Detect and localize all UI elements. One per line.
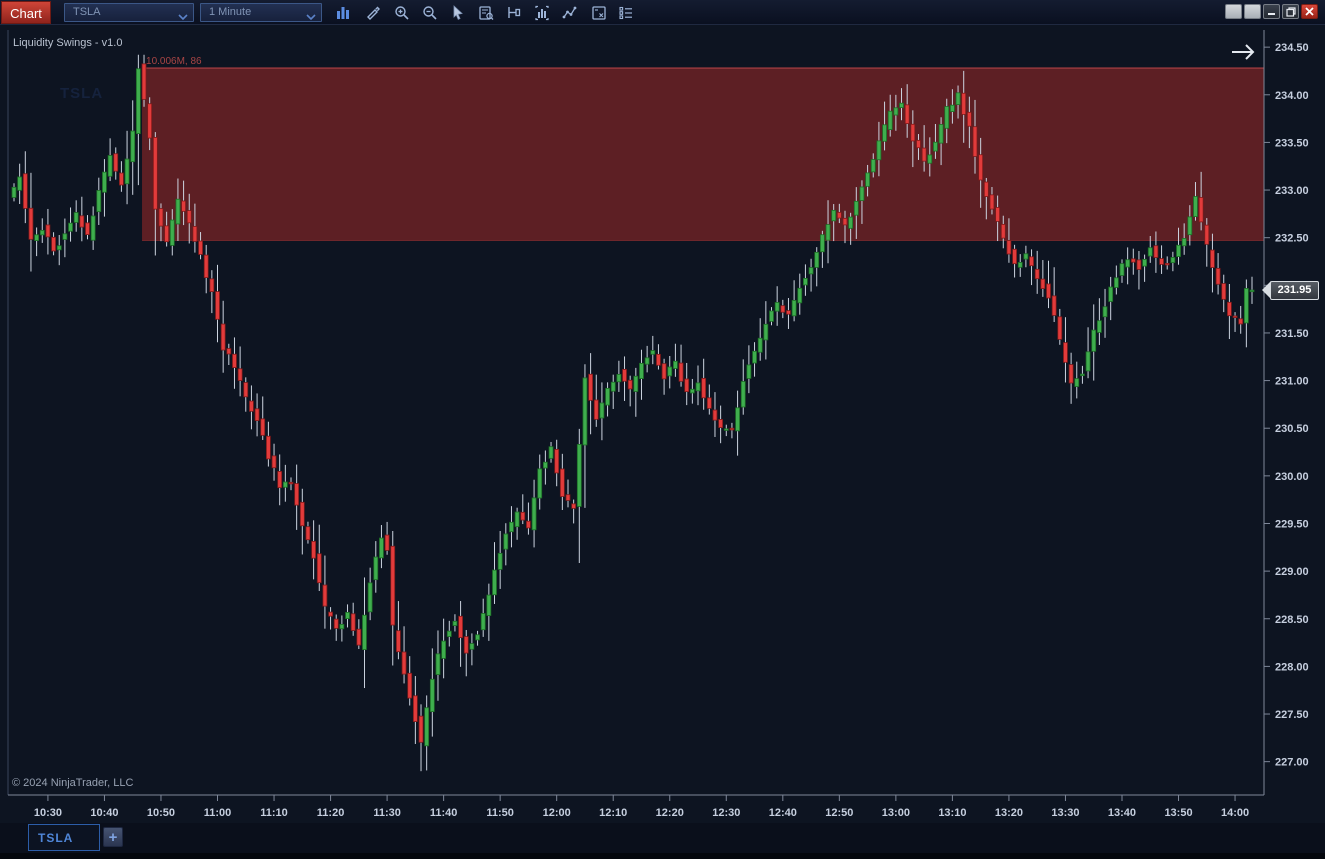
candlestick-chart[interactable]: 10.006M, 86 234.50 234.00 233.50 233.00 232.5… — [0, 25, 1325, 823]
price-axis-label: 231.50 — [1275, 328, 1309, 340]
time-axis-label: 10:50 — [147, 807, 175, 819]
supply-zone — [142, 68, 1264, 240]
strategies-icon[interactable] — [557, 2, 583, 23]
time-axis-label: 11:40 — [430, 807, 458, 819]
restore-button[interactable] — [1282, 4, 1299, 19]
price-axis-label: 230.50 — [1275, 423, 1309, 435]
instrument-watermark: TSLA — [60, 85, 103, 102]
time-axis-label: 11:30 — [373, 807, 401, 819]
close-icon[interactable] — [1301, 4, 1318, 19]
time-axis-label: 12:10 — [599, 807, 627, 819]
time-axis-label: 13:30 — [1051, 807, 1079, 819]
link-button-2[interactable] — [1244, 4, 1261, 19]
instrument-selector[interactable]: TSLA — [64, 3, 194, 22]
time-axis-label: 12:20 — [656, 807, 684, 819]
data-box-icon[interactable] — [473, 2, 499, 23]
titlebar: Chart TSLA 1 Minute — [0, 0, 1325, 25]
properties-icon[interactable] — [613, 2, 639, 23]
price-axis-label: 228.50 — [1275, 614, 1309, 626]
time-axis-label: 13:10 — [938, 807, 966, 819]
link-button-1[interactable] — [1225, 4, 1242, 19]
price-axis-label: 229.50 — [1275, 518, 1309, 530]
price-axis-label: 227.50 — [1275, 709, 1309, 721]
chart-style-icon[interactable] — [330, 2, 356, 23]
window-title: Chart — [1, 1, 51, 24]
chart-window: Chart TSLA 1 Minute — [0, 0, 1325, 859]
time-axis-label: 10:30 — [34, 807, 62, 819]
interval-value: 1 Minute — [209, 6, 251, 18]
indicator-label: Liquidity Swings - v1.0 — [13, 37, 122, 49]
chart-trader-icon[interactable] — [501, 2, 527, 23]
tabbar: TSLA + — [0, 823, 1325, 853]
instrument-value: TSLA — [73, 6, 101, 18]
zone-label: 10.006M, 86 — [146, 56, 202, 67]
time-axis-label: 11:10 — [260, 807, 288, 819]
time-axis-label: 10:40 — [90, 807, 118, 819]
right-arrow-icon[interactable] — [1228, 41, 1260, 65]
time-axis-label: 14:00 — [1221, 807, 1249, 819]
time-axis-label: 13:50 — [1164, 807, 1192, 819]
tab-tsla[interactable]: TSLA — [28, 824, 100, 851]
interval-selector[interactable]: 1 Minute — [200, 3, 322, 22]
chart-canvas[interactable]: 10.006M, 86 234.50 234.00 233.50 233.00 232.5… — [0, 25, 1325, 823]
indicators-icon[interactable] — [529, 2, 555, 23]
cursor-icon[interactable] — [445, 2, 471, 23]
add-tab-button[interactable]: + — [103, 827, 123, 847]
time-axis-label: 13:00 — [882, 807, 910, 819]
price-axis-label: 228.00 — [1275, 661, 1309, 673]
price-axis-label: 232.50 — [1275, 233, 1309, 245]
time-axis-label: 12:50 — [825, 807, 853, 819]
last-price-marker: 231.95 — [1270, 281, 1319, 300]
time-axis-label: 11:20 — [317, 807, 345, 819]
zoom-out-icon[interactable] — [417, 2, 443, 23]
time-axis-label: 13:40 — [1108, 807, 1136, 819]
price-axis-label: 234.00 — [1275, 90, 1309, 102]
time-axis-label: 12:30 — [712, 807, 740, 819]
snapshot-icon[interactable] — [586, 2, 612, 23]
price-axis-label: 231.00 — [1275, 376, 1309, 388]
minimize-button[interactable] — [1263, 4, 1280, 19]
price-axis-label: 233.00 — [1275, 185, 1309, 197]
time-axis-label: 12:00 — [543, 807, 571, 819]
price-axis-label: 234.50 — [1275, 42, 1309, 54]
time-axis-label: 12:40 — [769, 807, 797, 819]
price-axis-label: 230.00 — [1275, 471, 1309, 483]
copyright-text: © 2024 NinjaTrader, LLC — [12, 777, 133, 789]
time-axis-label: 11:50 — [486, 807, 514, 819]
price-axis-label: 229.00 — [1275, 566, 1309, 578]
time-axis-label: 11:00 — [204, 807, 232, 819]
time-axis-label: 13:20 — [995, 807, 1023, 819]
drawing-tools-icon[interactable] — [360, 2, 386, 23]
zoom-in-icon[interactable] — [389, 2, 415, 23]
price-axis-label: 233.50 — [1275, 137, 1309, 149]
bottom-strip — [0, 853, 1325, 859]
price-axis-label: 227.00 — [1275, 757, 1309, 769]
